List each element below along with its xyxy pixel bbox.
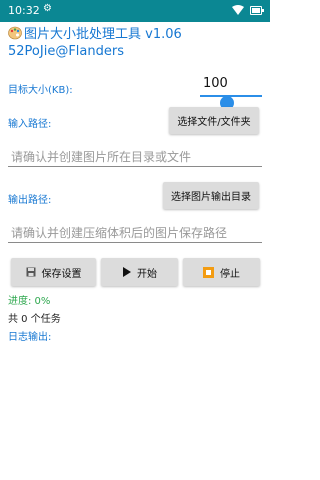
stop-icon <box>203 266 214 278</box>
start-label: 开始 <box>137 268 157 280</box>
target-size-label: 目标大小(KB): <box>8 85 73 96</box>
choose-output-dir-button[interactable]: 选择图片输出目录 <box>163 182 259 209</box>
floppy-disk-icon <box>26 267 36 277</box>
app-title-line: 图片大小批处理工具 v1.06 <box>8 26 264 43</box>
app-header: 图片大小批处理工具 v1.06 52PoJie@Flanders <box>8 26 264 60</box>
play-icon <box>122 267 131 277</box>
settings-icon: ⚙ <box>43 3 52 14</box>
status-bar: 10:32 ⚙ <box>0 0 270 22</box>
stop-label: 停止 <box>220 268 240 280</box>
status-time: 10:32 <box>8 4 40 17</box>
input-path-field[interactable]: 请确认并创建图片所在目录或文件 <box>8 145 262 167</box>
app-title: 图片大小批处理工具 v1.06 <box>24 27 182 42</box>
battery-icon <box>250 6 264 15</box>
save-settings-button[interactable]: 保存设置 <box>11 258 96 286</box>
palette-icon <box>8 26 22 40</box>
output-path-field[interactable]: 请确认并创建压缩体积后的图片保存路径 <box>8 221 262 243</box>
app-author: 52PoJie@Flanders <box>8 44 124 59</box>
input-path-label: 输入路径: <box>8 119 52 130</box>
output-path-label: 输出路径: <box>8 195 52 206</box>
progress-text: 进度: 0% <box>8 296 51 307</box>
target-size-value[interactable]: 100 <box>203 76 228 91</box>
stop-button[interactable]: 停止 <box>183 258 260 286</box>
choose-file-button[interactable]: 选择文件/文件夹 <box>169 107 259 134</box>
save-settings-label: 保存设置 <box>41 268 82 280</box>
start-button[interactable]: 开始 <box>101 258 178 286</box>
log-output-label: 日志输出: <box>8 332 52 343</box>
task-count: 共 0 个任务 <box>8 314 61 325</box>
wifi-icon <box>232 5 244 18</box>
